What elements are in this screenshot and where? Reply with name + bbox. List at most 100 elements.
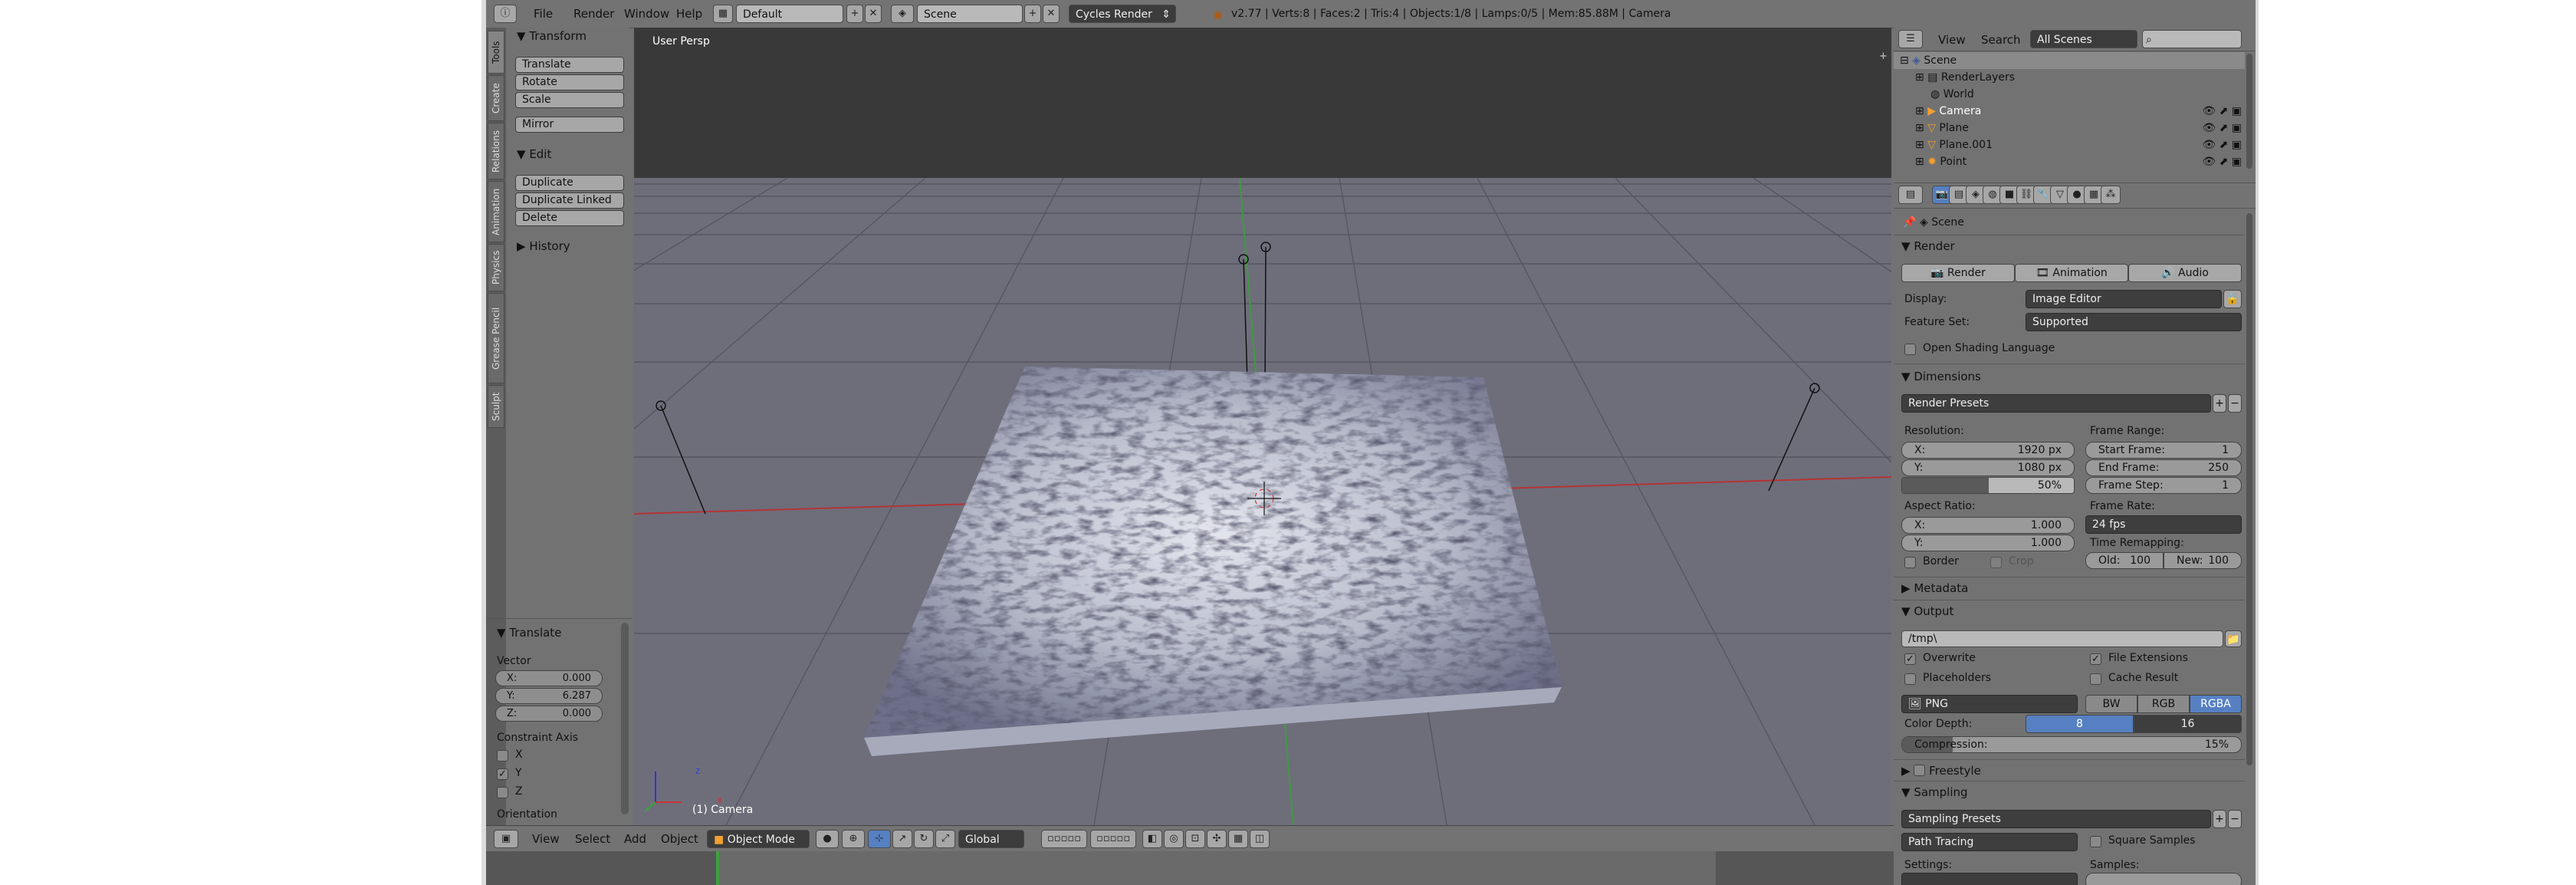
aspect-x-field[interactable]: X: 1.000 — [1901, 517, 2075, 534]
menu-select[interactable]: Select — [575, 830, 610, 848]
remove-preset-icon[interactable]: − — [2228, 394, 2242, 413]
render-button[interactable]: 📷 Render — [1901, 264, 2015, 282]
snap-element-icon[interactable]: ✣ — [1207, 830, 1227, 848]
constraint-x-checkbox[interactable] — [497, 750, 508, 762]
border-checkbox[interactable] — [1904, 557, 1916, 568]
crop-checkbox[interactable] — [1990, 557, 2002, 568]
particles-tab-icon[interactable]: ⁂ — [2101, 186, 2121, 204]
overwrite-checkbox[interactable]: ✓ — [1904, 653, 1916, 665]
menu-window[interactable]: Window — [624, 5, 669, 23]
remove-sampling-preset-icon[interactable]: − — [2228, 810, 2242, 828]
tab-grease-pencil[interactable]: Grease Pencil — [488, 293, 504, 383]
editor-type-properties-icon[interactable]: ▤ — [1898, 186, 1923, 204]
metadata-section-header[interactable]: ▶ Metadata — [1901, 580, 1968, 597]
visibility-icons[interactable]: 👁 ⬈ ▣ — [2202, 120, 2242, 137]
animation-button[interactable]: 🎞 Animation — [2015, 264, 2128, 282]
operator-scrollbar[interactable] — [621, 623, 629, 814]
viewport-shading-icon[interactable]: ● — [816, 830, 839, 848]
outliner-row-world[interactable]: ◍ World — [1894, 86, 2245, 103]
compression-slider[interactable]: Compression: 15% — [1901, 736, 2242, 753]
remove-layout-icon[interactable]: ✕ — [865, 5, 882, 23]
render-section-header[interactable]: ▼ Render — [1901, 238, 1955, 255]
outliner-row-plane001[interactable]: ⊞ ▽ Plane.001 👁 ⬈ ▣ — [1894, 137, 2245, 153]
color-depth-8-button[interactable]: 8 — [2026, 715, 2134, 733]
square-samples-checkbox[interactable] — [2090, 836, 2101, 847]
add-scene-icon[interactable]: + — [1024, 5, 1041, 23]
outliner-search-input[interactable]: ⌕ — [2142, 30, 2242, 48]
manipulator-toggle-icon[interactable]: ⊹ — [868, 830, 891, 848]
outliner-row-plane[interactable]: ⊞ ▽ Plane 👁 ⬈ ▣ — [1894, 120, 2245, 137]
screen-layout-icon[interactable]: ▦ — [713, 5, 733, 23]
vector-x-field[interactable]: X: 0.000 — [495, 670, 603, 686]
render-engine-dropdown[interactable]: Cycles Render ⇕ — [1069, 5, 1176, 23]
pin-icon[interactable]: 📌 — [1903, 216, 1916, 229]
frame-rate-dropdown[interactable]: 24 fps — [2085, 515, 2242, 534]
remap-new-field[interactable]: New: 100 — [2164, 552, 2242, 569]
outliner-menu-search[interactable]: Search — [1981, 31, 2021, 49]
menu-object[interactable]: Object — [661, 830, 698, 848]
sampling-presets-dropdown[interactable]: Sampling Presets — [1901, 810, 2211, 828]
toggle-properties-icon[interactable]: + — [1879, 51, 1888, 62]
render-preview-icon[interactable]: ▦ — [1228, 830, 1248, 848]
resolution-x-field[interactable]: X: 1920 px — [1901, 442, 2075, 459]
tab-animation[interactable]: Animation — [488, 181, 504, 242]
remap-old-field[interactable]: Old: 100 — [2085, 552, 2164, 569]
timeline-strip[interactable] — [486, 851, 1894, 885]
vector-z-field[interactable]: Z: 0.000 — [495, 706, 603, 722]
osl-checkbox[interactable] — [1904, 344, 1916, 355]
tab-create[interactable]: Create — [488, 75, 504, 121]
screen-layout-field[interactable]: Default — [736, 5, 843, 23]
menu-add[interactable]: Add — [624, 830, 646, 848]
layers-group-1-icon[interactable]: ▫▫▫▫▫ — [1041, 830, 1087, 848]
outliner-row-camera[interactable]: ⊞ ▶ Camera 👁 ⬈ ▣ — [1894, 103, 2245, 120]
add-layout-icon[interactable]: + — [846, 5, 863, 23]
menu-help[interactable]: Help — [676, 5, 702, 23]
constraint-z-checkbox[interactable] — [497, 787, 508, 798]
freestyle-checkbox[interactable] — [1914, 765, 1926, 776]
color-depth-16-button[interactable]: 16 — [2134, 715, 2242, 733]
outliner-row-scene[interactable]: ⊟ ◈ Scene — [1894, 52, 2245, 69]
mode-dropdown[interactable]: ■ Object Mode — [707, 830, 810, 848]
menu-view[interactable]: View — [532, 830, 560, 848]
tab-physics[interactable]: Physics — [488, 244, 504, 291]
transform-panel-header[interactable]: ▼ Transform — [517, 28, 586, 44]
3d-viewport[interactable]: User Persp z x (1) Camera + — [634, 28, 1891, 825]
delete-button[interactable]: Delete — [515, 210, 624, 226]
properties-scrollbar[interactable] — [2246, 213, 2252, 765]
lock-layers-icon[interactable]: ◧ — [1142, 830, 1162, 848]
visibility-icons[interactable]: 👁 ⬈ ▣ — [2202, 153, 2242, 170]
display-mode-dropdown[interactable]: All Scenes — [2030, 30, 2137, 48]
display-dropdown[interactable]: Image Editor — [2026, 290, 2222, 308]
remove-scene-icon[interactable]: ✕ — [1043, 5, 1060, 23]
history-panel-header[interactable]: ▶ History — [517, 238, 570, 255]
duplicate-button[interactable]: Duplicate — [515, 175, 624, 191]
file-browser-icon[interactable]: 📁 — [2225, 630, 2242, 647]
resolution-y-field[interactable]: Y: 1080 px — [1901, 459, 2075, 476]
vector-y-field[interactable]: Y: 6.287 — [495, 688, 603, 704]
audio-button[interactable]: 🔊 Audio — [2128, 264, 2242, 282]
layers-group-2-icon[interactable]: ▫▫▫▫▫ — [1090, 830, 1136, 848]
proportional-edit-icon[interactable]: ◎ — [1164, 830, 1184, 848]
pivot-point-icon[interactable]: ⊕ — [842, 830, 865, 848]
feature-set-dropdown[interactable]: Supported — [2026, 313, 2242, 331]
operator-panel-header[interactable]: ▼ Translate — [497, 624, 561, 641]
color-bw-button[interactable]: BW — [2085, 695, 2137, 713]
translate-manipulator-icon[interactable]: ↗ — [892, 830, 912, 848]
outliner-menu-view[interactable]: View — [1938, 31, 1966, 49]
resolution-percentage-slider[interactable]: 50% — [1901, 477, 2075, 494]
scene-field[interactable]: Scene — [917, 5, 1023, 23]
outliner-row-renderlayers[interactable]: ⊞ ▤ RenderLayers — [1894, 69, 2245, 86]
tab-sculpt[interactable]: Sculpt — [488, 385, 504, 428]
file-format-dropdown[interactable]: 🖼 PNG — [1901, 695, 2078, 713]
aspect-y-field[interactable]: Y: 1.000 — [1901, 535, 2075, 551]
freestyle-section-header[interactable]: ▶ Freestyle — [1901, 762, 1981, 779]
placeholders-checkbox[interactable] — [1904, 673, 1916, 685]
dimensions-section-header[interactable]: ▼ Dimensions — [1901, 368, 1981, 385]
settings-dropdown[interactable] — [1901, 873, 2078, 885]
visibility-icons[interactable]: 👁 ⬈ ▣ — [2202, 137, 2242, 153]
samples-field[interactable] — [2085, 873, 2242, 885]
rotate-manipulator-icon[interactable]: ↻ — [914, 830, 934, 848]
scale-manipulator-icon[interactable]: ⤢ — [935, 830, 955, 848]
render-presets-dropdown[interactable]: Render Presets — [1901, 394, 2211, 413]
output-section-header[interactable]: ▼ Output — [1901, 603, 1953, 620]
